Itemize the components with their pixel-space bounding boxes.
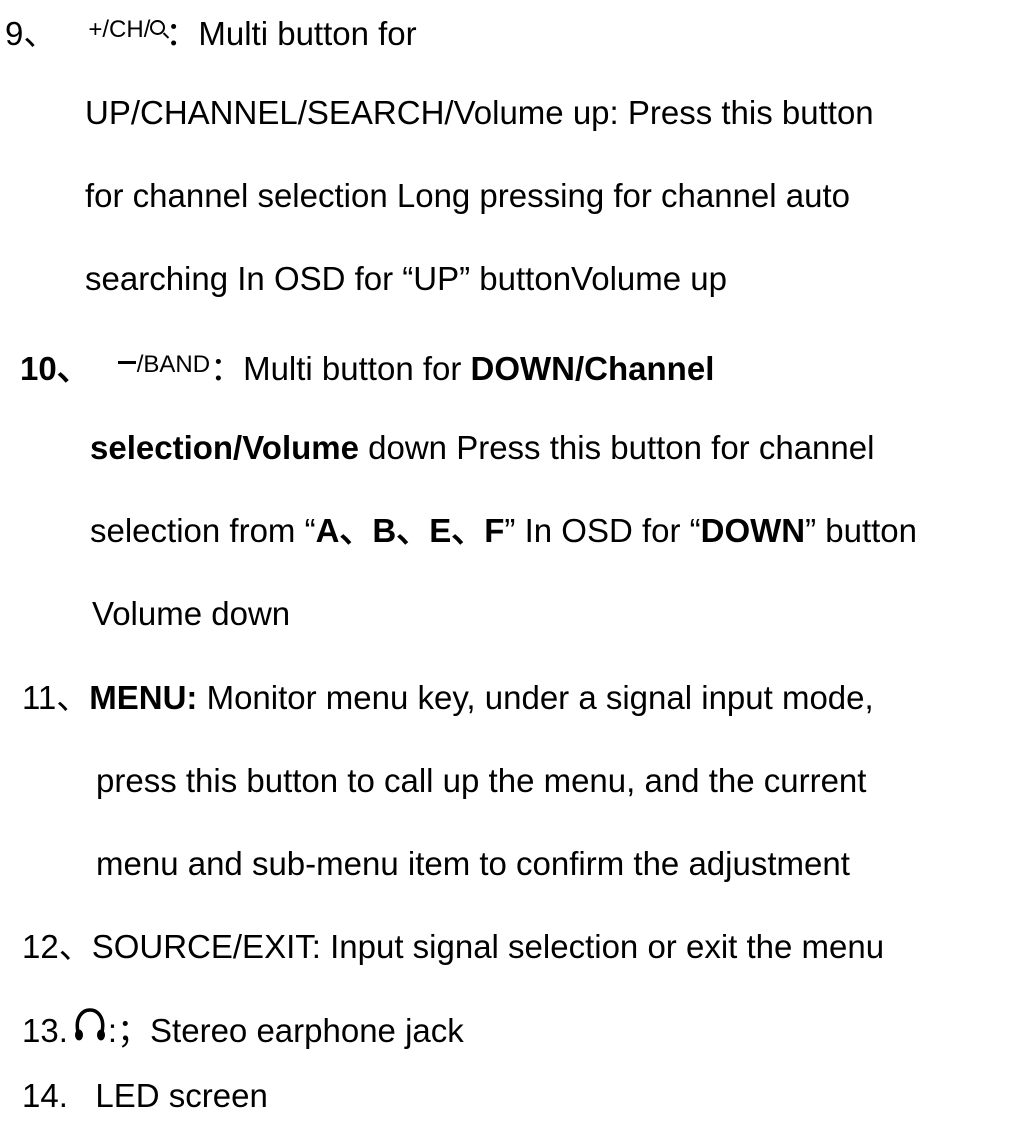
item-10-head: 10、/BAND：Multi button for DOWN/Channel bbox=[20, 345, 714, 389]
item-9-line-2: for channel selection Long pressing for … bbox=[85, 177, 851, 214]
headphone-icon bbox=[74, 1008, 105, 1041]
search-icon bbox=[150, 20, 166, 35]
minus-icon bbox=[117, 361, 136, 364]
item-11-label: MENU: bbox=[89, 679, 198, 716]
minus-band-icon: /BAND bbox=[117, 345, 210, 385]
plus-ch-icon: +/CH/ bbox=[88, 10, 166, 50]
item-9-number: 9、 bbox=[5, 15, 57, 52]
item-12: 12、SOURCE/EXIT: Input signal selection o… bbox=[22, 928, 885, 965]
item-11-number: 11、 bbox=[22, 679, 90, 716]
item-10-line-4: Volume down bbox=[92, 595, 291, 632]
item-10-line-3: selection from “A、B、E、F” In OSD for “DOW… bbox=[90, 512, 918, 549]
item-11-line-2: menu and sub-menu item to confirm the ad… bbox=[96, 845, 850, 882]
item-11-head: 11、MENU: Monitor menu key, under a signa… bbox=[22, 679, 874, 716]
item-11-line-1: press this button to call up the menu, a… bbox=[96, 762, 867, 799]
item-9-line-3: searching In OSD for “UP” buttonVolume u… bbox=[85, 260, 727, 297]
item-10-line-2: selection/Volume down Press this button … bbox=[90, 429, 875, 466]
item-14: 14. LED screen bbox=[22, 1077, 268, 1114]
item-10-number: 10、 bbox=[20, 350, 90, 387]
item-13: 13. :；Stereo earphone jack bbox=[22, 1006, 464, 1051]
item-9-head: 9、 +/CH/：Multi button for bbox=[5, 10, 417, 54]
item-9-line-1: UP/CHANNEL/SEARCH/Volume up: Press this … bbox=[85, 94, 874, 131]
